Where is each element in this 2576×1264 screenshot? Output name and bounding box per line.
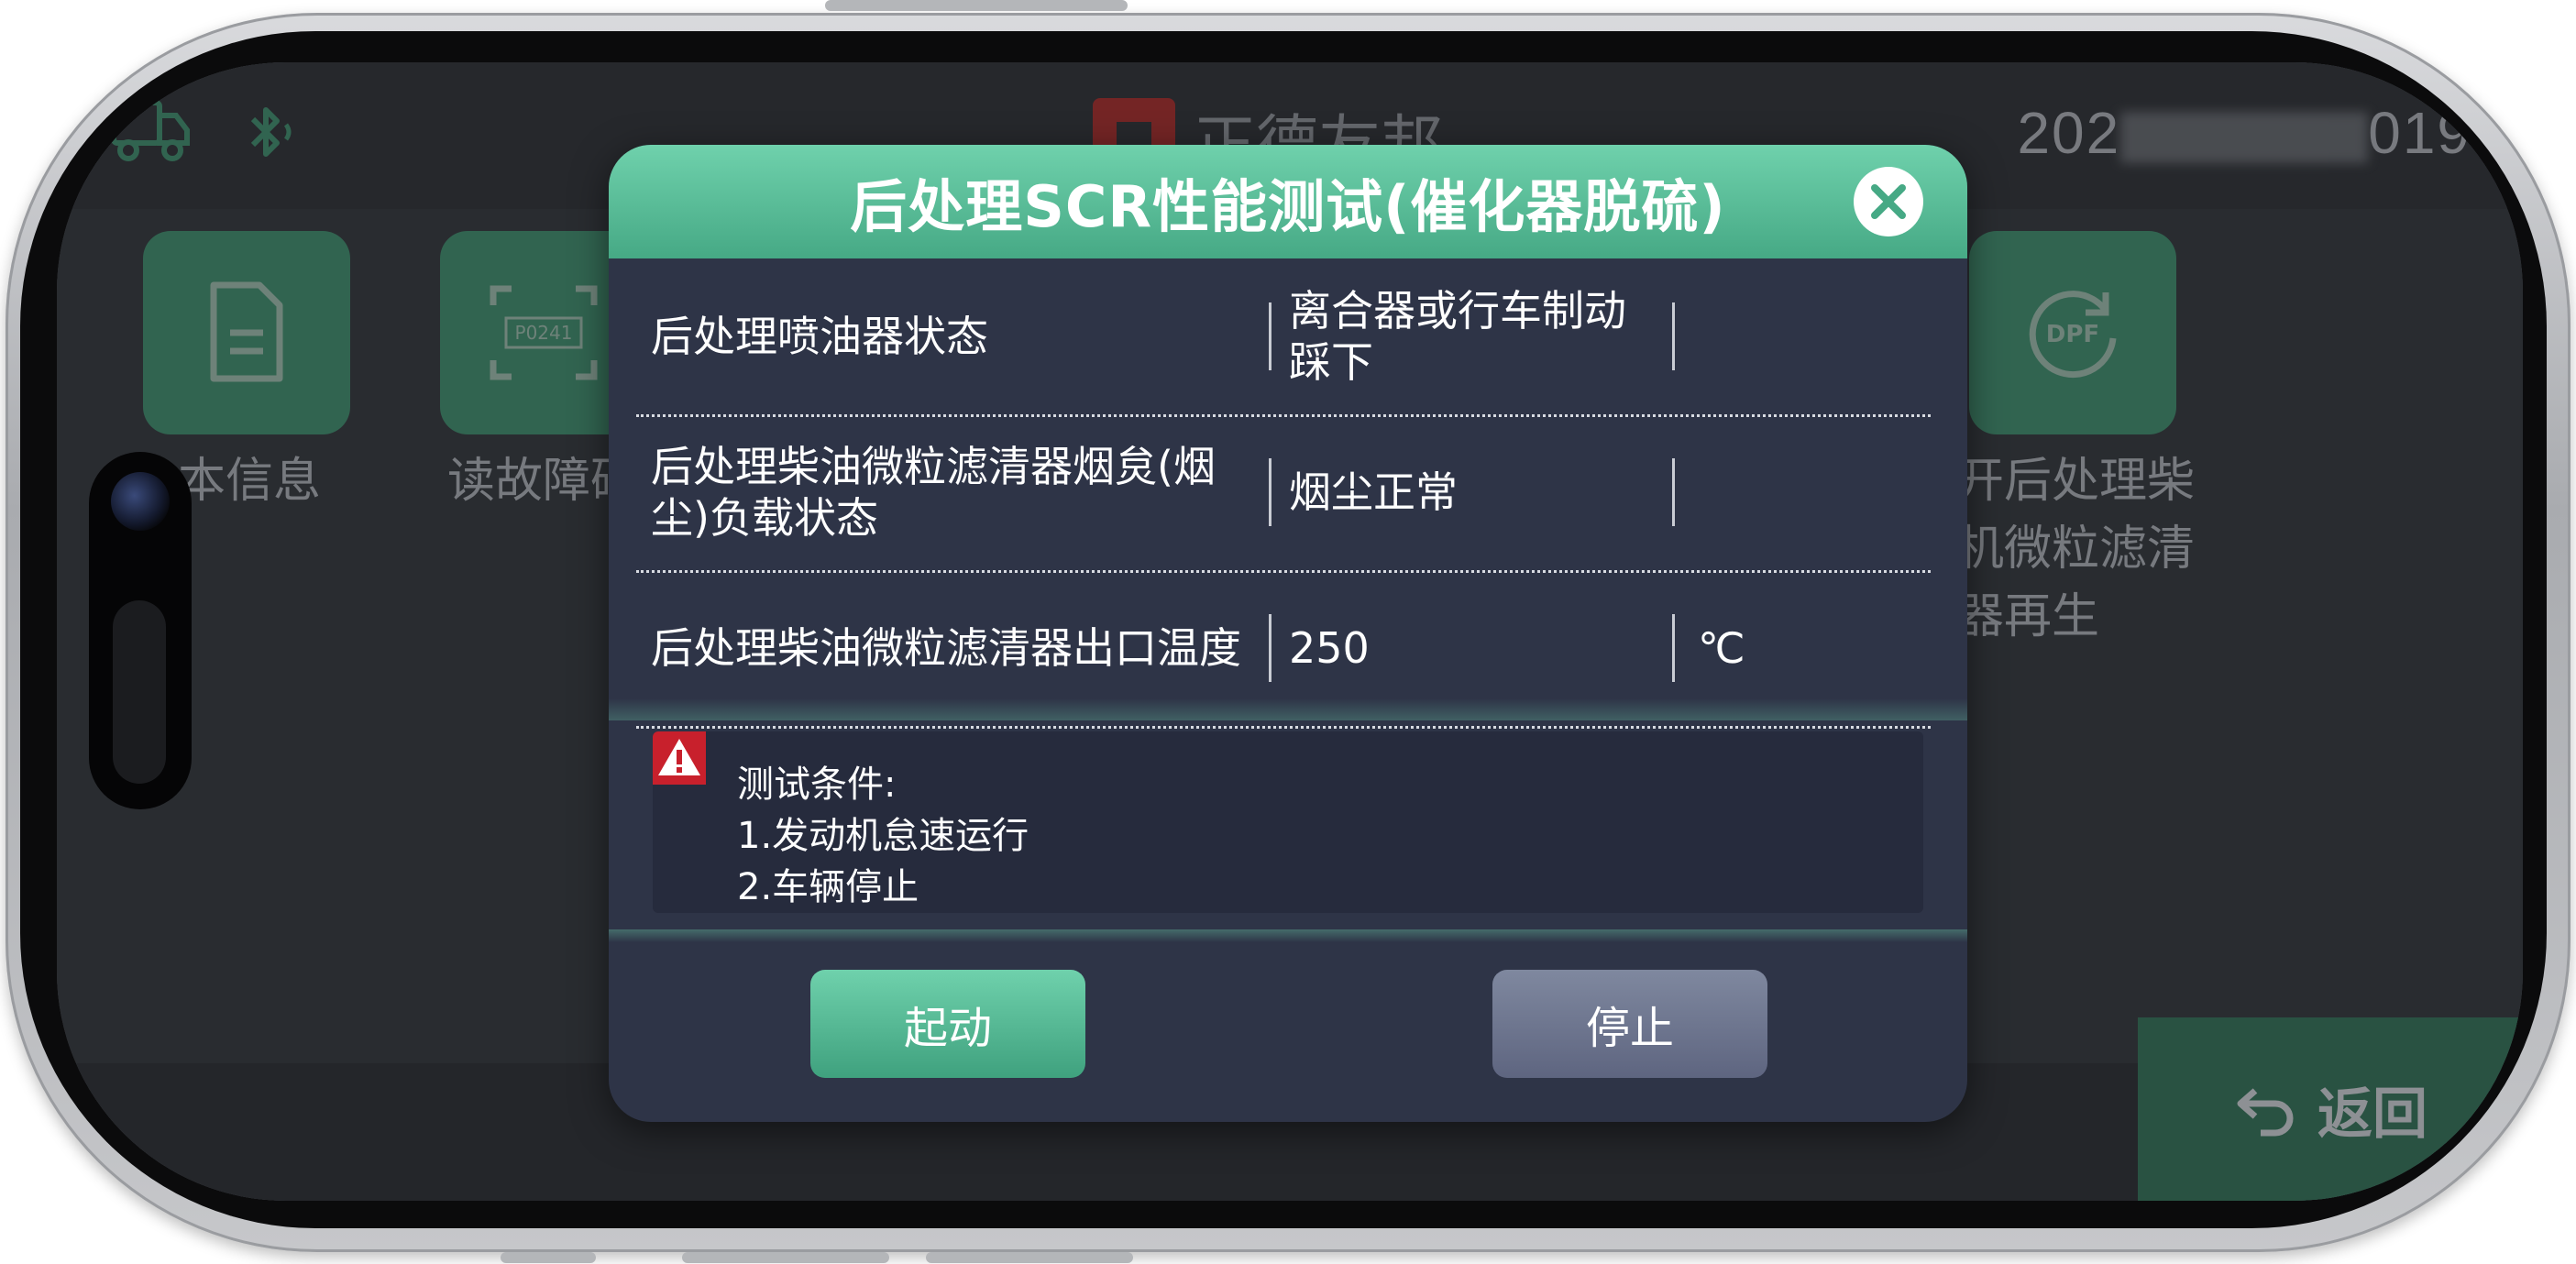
column-divider: [1672, 302, 1675, 370]
dialog-header: 后处理SCR性能测试(催化器脱硫): [609, 145, 1967, 258]
dialog-title: 后处理SCR性能测试(催化器脱硫): [850, 173, 1726, 240]
footer-divider: [609, 929, 1967, 942]
close-button[interactable]: [1854, 167, 1923, 236]
close-icon: [1871, 184, 1906, 219]
phone-bottom-button-3: [926, 1252, 1133, 1263]
row-value: 离合器或行车制动踩下: [1289, 286, 1626, 387]
phone-bottom-button-1: [501, 1252, 596, 1263]
camera-lens: [111, 472, 170, 531]
column-divider: [1672, 458, 1675, 526]
test-conditions-notice[interactable]: 测试条件: 1.发动机怠速运行 2.车辆停止: [653, 731, 1923, 913]
notice-heading: 测试条件:: [737, 764, 897, 806]
column-divider: [1269, 302, 1271, 370]
row-unit: [1698, 414, 1881, 570]
stop-button[interactable]: 停止: [1492, 970, 1767, 1078]
table-row: 后处理喷油器状态 离合器或行车制动踩下: [636, 258, 1931, 417]
notice-line-1: 1.发动机怠速运行: [737, 815, 1029, 857]
table-scroll-shadow: [609, 698, 1967, 720]
sensor-slot: [113, 600, 166, 784]
start-button[interactable]: 起动: [810, 970, 1085, 1078]
phone-bottom-button-2: [682, 1252, 889, 1263]
column-divider: [1269, 458, 1271, 526]
notice-text: 测试条件: 1.发动机怠速运行 2.车辆停止: [737, 759, 1029, 913]
row-name: 后处理喷油器状态: [651, 312, 988, 361]
scr-test-dialog: 后处理SCR性能测试(催化器脱硫) 后处理喷油器状态 离合器或行车制动踩下 后处…: [609, 145, 1967, 1122]
warning-icon: [653, 731, 706, 785]
status-dot: [2473, 95, 2490, 112]
notice-line-2: 2.车辆停止: [737, 866, 919, 908]
phone-top-button: [825, 0, 1128, 11]
row-name: 后处理柴油微粒滤清器烟炱(烟尘)负载状态: [651, 442, 1216, 543]
table-row: 后处理柴油微粒滤清器烟炱(烟尘)负载状态 烟尘正常: [636, 414, 1931, 573]
column-divider: [1269, 614, 1271, 682]
column-divider: [1672, 614, 1675, 682]
row-value: 烟尘正常: [1289, 467, 1458, 517]
row-unit: [1698, 258, 1881, 414]
camera-island: [89, 452, 192, 809]
